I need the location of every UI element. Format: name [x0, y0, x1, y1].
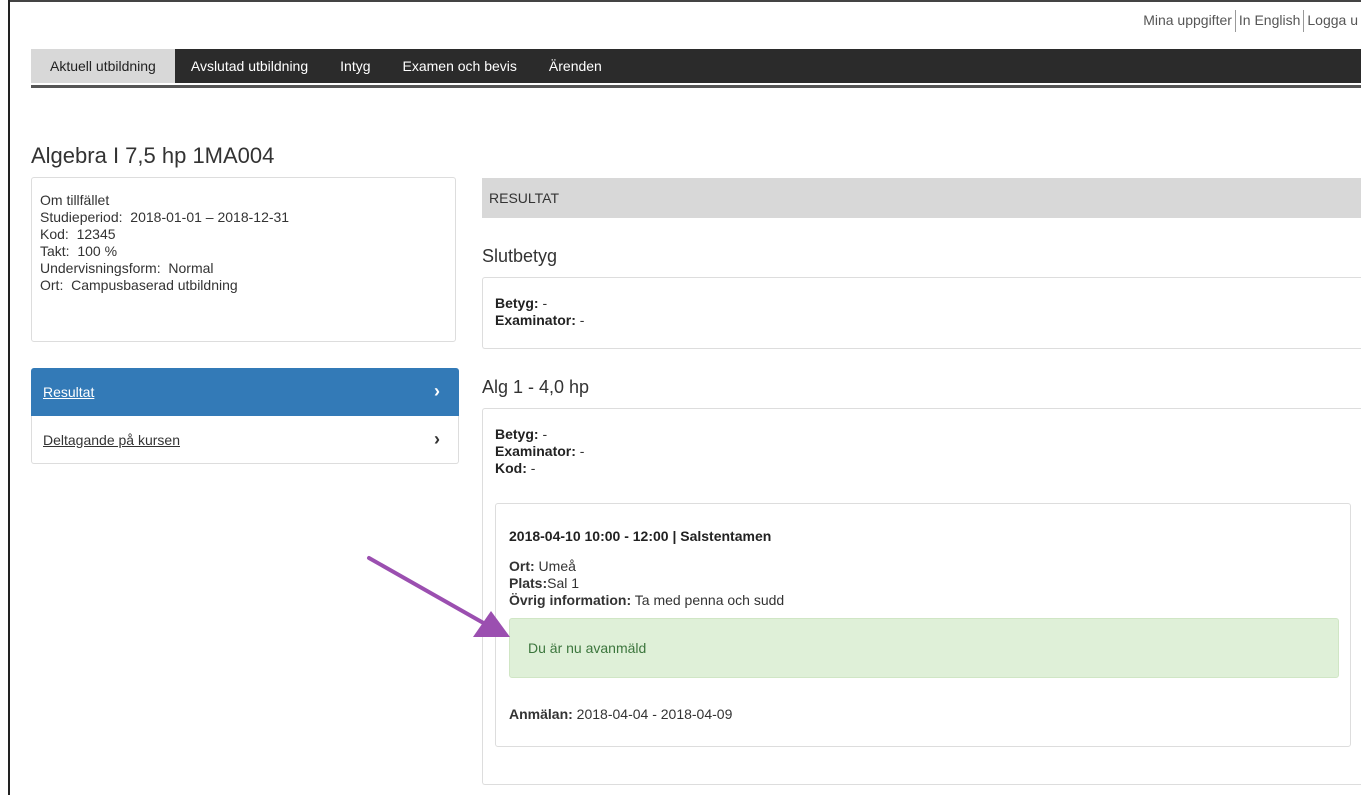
final-examiner-row: Examinator: -: [495, 312, 585, 328]
exam-card: 2018-04-10 10:00 - 12:00 | Salstentamen …: [495, 503, 1351, 747]
english-link[interactable]: In English: [1236, 12, 1303, 32]
side-nav-item-results[interactable]: Resultat ›: [31, 368, 459, 416]
info-pace: Takt: 100 %: [40, 243, 118, 259]
side-nav-item-label: Deltagande på kursen: [43, 431, 180, 448]
page-title: Algebra I 7,5 hp 1MA004: [31, 143, 275, 168]
module-heading: Alg 1 - 4,0 hp: [482, 377, 590, 397]
window-frame-top: [8, 0, 1361, 2]
exam-info-row: Övrig information: Ta med penna och sudd: [509, 592, 785, 608]
main-navbar: Aktuell utbildning Avslutad utbildning I…: [31, 49, 1361, 83]
tab-cases[interactable]: Ärenden: [533, 49, 618, 83]
tab-certificates[interactable]: Intyg: [324, 49, 386, 83]
logout-link[interactable]: Logga u: [1304, 12, 1361, 32]
tab-current-education[interactable]: Aktuell utbildning: [31, 49, 175, 83]
window-frame-left: [8, 0, 10, 795]
info-form: Undervisningsform: Normal: [40, 260, 214, 276]
course-info-box: Om tillfället Studieperiod: 2018-01-01 –…: [31, 177, 456, 342]
results-header: RESULTAT: [482, 178, 1361, 218]
exam-room-row: Plats:Sal 1: [509, 575, 580, 591]
success-alert: Du är nu avanmäld: [509, 618, 1339, 678]
final-grade-row: Betyg: -: [495, 295, 548, 311]
info-period: Studieperiod: 2018-01-01 – 2018-12-31: [40, 209, 290, 225]
side-nav-item-label: Resultat: [43, 383, 95, 400]
exam-registration-row: Anmälan: 2018-04-04 - 2018-04-09: [509, 706, 733, 722]
tab-degree[interactable]: Examen och bevis: [387, 49, 533, 83]
chevron-right-icon: ›: [434, 381, 440, 401]
info-code: Kod: 12345: [40, 226, 116, 242]
navbar-underline: [31, 85, 1361, 88]
info-heading: Om tillfället: [40, 192, 110, 208]
module-code-row: Kod: -: [495, 460, 536, 476]
module-grade-row: Betyg: -: [495, 426, 548, 442]
chevron-right-icon: ›: [434, 429, 440, 449]
final-grade-heading: Slutbetyg: [482, 246, 558, 266]
side-nav: Resultat › Deltagande på kursen ›: [31, 368, 459, 464]
exam-place-row: Ort: Umeå: [509, 558, 576, 574]
annotation-arrow-icon: [367, 556, 510, 637]
top-links: Mina uppgifter In English Logga u: [1140, 10, 1361, 32]
side-nav-item-participation[interactable]: Deltagande på kursen ›: [31, 416, 459, 464]
module-examiner-row: Examinator: -: [495, 443, 585, 459]
final-grade-card: Betyg: - Examinator: -: [482, 277, 1361, 349]
info-place: Ort: Campusbaserad utbildning: [40, 277, 238, 293]
my-info-link[interactable]: Mina uppgifter: [1140, 12, 1235, 32]
exam-title: 2018-04-10 10:00 - 12:00 | Salstentamen: [509, 528, 772, 544]
tab-finished-education[interactable]: Avslutad utbildning: [175, 49, 324, 83]
